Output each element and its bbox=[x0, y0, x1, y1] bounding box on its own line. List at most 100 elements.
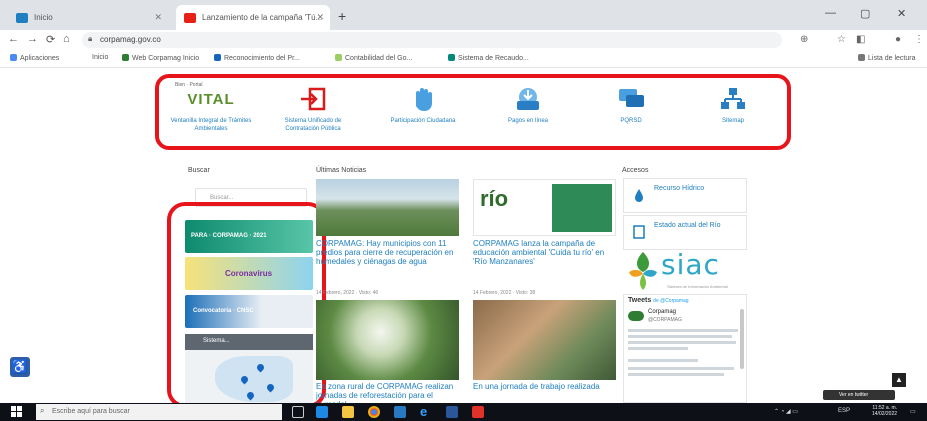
url-text: corpamag.gov.co bbox=[100, 35, 161, 44]
browser-tab-active[interactable]: Lanzamiento de la campaña 'Tú... ✕ bbox=[176, 5, 330, 30]
tweets-scrollbar[interactable] bbox=[740, 309, 744, 369]
store-icon[interactable] bbox=[394, 406, 406, 418]
system-clock[interactable]: 11:52 a. m. 14/02/2022 bbox=[872, 405, 897, 417]
reload-icon[interactable]: ⟳ bbox=[46, 33, 55, 46]
accesos-title: Accesos bbox=[622, 167, 649, 174]
menu-item-sitemap[interactable]: Sitemap bbox=[687, 84, 779, 144]
campaign-logo-text: río bbox=[480, 186, 509, 211]
menu-item-secop[interactable]: Sistema Unificado de Contratación Públic… bbox=[267, 84, 359, 144]
close-tab-icon[interactable]: ✕ bbox=[154, 12, 162, 23]
sidebar-banners-highlight bbox=[167, 202, 326, 408]
news-meta-2: 14 Febrero, 2022 · Visto: 38 bbox=[473, 290, 536, 296]
home-icon[interactable]: ⌂ bbox=[63, 33, 70, 45]
search-icon: ⌕ bbox=[40, 406, 45, 415]
task-view-icon[interactable] bbox=[292, 406, 304, 418]
tweet-text-line bbox=[628, 359, 698, 362]
file-explorer-icon[interactable] bbox=[342, 406, 354, 418]
maximize-icon[interactable]: ▢ bbox=[860, 7, 870, 20]
tab-title: Inicio bbox=[34, 13, 53, 22]
bookmark-favicon-icon bbox=[335, 54, 342, 61]
menu-item-participacion[interactable]: Participación Ciudadana bbox=[377, 84, 469, 144]
corpamag-favicon-icon bbox=[16, 13, 28, 23]
language-indicator[interactable]: ESP bbox=[838, 408, 850, 414]
news-image-campaign[interactable]: río bbox=[473, 179, 616, 236]
campaign-panel bbox=[552, 184, 612, 232]
reading-list-icon bbox=[858, 54, 865, 61]
bookmark-inicio[interactable]: Inicio bbox=[92, 54, 108, 61]
bookmark-contabilidad[interactable]: Contabilidad del Go... bbox=[335, 54, 412, 62]
bookmark-sistema-recaudo[interactable]: Sistema de Recaudo... bbox=[448, 54, 529, 62]
menu-item-label: Ventanilla Integral de Trámites Ambienta… bbox=[170, 118, 252, 132]
browser-tab-inicio[interactable]: Inicio ✕ bbox=[8, 5, 168, 30]
tweet-avatar bbox=[628, 311, 644, 321]
menu-item-vital[interactable]: Bien · Portal VITAL Ventanilla Integral … bbox=[165, 82, 257, 144]
url-input[interactable]: 🔒︎ corpamag.gov.co bbox=[82, 32, 782, 48]
bookmark-web-corpamag[interactable]: Web Corpamag Inicio bbox=[122, 54, 199, 62]
bookmark-reconocimiento[interactable]: Reconocimiento del Pr... bbox=[214, 54, 300, 62]
news-headline-2[interactable]: CORPAMAG lanza la campaña de educación a… bbox=[473, 239, 616, 266]
pdf-icon[interactable] bbox=[472, 406, 484, 418]
vital-caption: Bien · Portal bbox=[175, 82, 203, 88]
tweets-widget[interactable]: Tweets de @Corpamag Corpamag @CORPAMAG bbox=[623, 294, 747, 403]
news-title: Últimas Noticias bbox=[316, 167, 367, 174]
news-meta-1: 14 Febrero, 2022 · Visto: 46 bbox=[316, 290, 379, 296]
tray-icons[interactable]: ⌃ ◔ ◢ ▭ bbox=[774, 408, 798, 415]
menu-item-pqrsd[interactable]: PQRSD bbox=[585, 84, 677, 144]
accessibility-button[interactable]: ♿ bbox=[10, 357, 30, 377]
notifications-icon[interactable]: ▭ bbox=[910, 408, 916, 415]
star-icon[interactable]: ☆ bbox=[837, 34, 846, 45]
reading-list[interactable]: Lista de lectura bbox=[858, 54, 915, 62]
lock-icon: 🔒︎ bbox=[88, 34, 93, 43]
browser-tab-bar: Inicio ✕ Lanzamiento de la campaña 'Tú..… bbox=[0, 0, 927, 30]
windows-start-icon[interactable] bbox=[11, 406, 23, 418]
menu-dots-icon[interactable]: ⋮ bbox=[914, 34, 924, 45]
taskbar-search-input[interactable]: ⌕ Escribe aquí para buscar bbox=[36, 404, 282, 420]
zoom-icon[interactable]: ⊕ bbox=[800, 34, 808, 45]
access-estado-rio[interactable]: Estado actual del Río bbox=[623, 215, 747, 250]
profile-icon[interactable]: ● bbox=[895, 34, 901, 45]
menu-item-label: Sistema Unificado de Contratación Públic… bbox=[284, 118, 342, 132]
apps-grid-icon bbox=[10, 54, 17, 61]
extension-icon[interactable]: ◧ bbox=[856, 34, 865, 45]
news-headline-1[interactable]: CORPAMAG: Hay municipios con 11 predios … bbox=[316, 239, 459, 266]
menu-item-label: PQRSD bbox=[620, 118, 642, 124]
windows-taskbar: ⌕ Escribe aquí para buscar e ⌃ ◔ ◢ ▭ ESP… bbox=[0, 403, 927, 421]
close-window-icon[interactable]: ✕ bbox=[897, 7, 906, 20]
minimize-icon[interactable]: — bbox=[825, 7, 836, 19]
access-recurso-hidrico[interactable]: Recurso Hídrico bbox=[623, 178, 747, 213]
services-menu-highlight: Bien · Portal VITAL Ventanilla Integral … bbox=[155, 74, 791, 150]
tweet-text-line bbox=[628, 347, 688, 350]
corpamag-icon bbox=[122, 54, 129, 61]
youtube-favicon-icon bbox=[184, 13, 196, 23]
tweet-text-line bbox=[628, 341, 736, 344]
new-tab-button[interactable]: + bbox=[338, 8, 346, 24]
siac-logo[interactable]: siac Sistema de Información Ambiental bbox=[623, 246, 747, 294]
tab-title: Lanzamiento de la campaña 'Tú... bbox=[202, 13, 323, 22]
tweet-handle: @CORPAMAG bbox=[648, 317, 682, 323]
menu-item-pagos[interactable]: Pagos en línea bbox=[482, 84, 574, 144]
water-drop-icon bbox=[635, 189, 643, 202]
word-icon[interactable] bbox=[446, 406, 458, 418]
menu-item-label: Sitemap bbox=[721, 118, 744, 124]
hand-icon bbox=[377, 84, 469, 114]
login-arrow-icon bbox=[267, 84, 359, 114]
bookmarks-bar: Aplicaciones Inicio Web Corpamag Inicio … bbox=[0, 50, 927, 68]
news-headline-3[interactable]: En zona rural de CORPAMAG realizan jorna… bbox=[316, 382, 459, 404]
buscar-title: Buscar bbox=[188, 167, 210, 174]
news-image-people[interactable] bbox=[473, 300, 616, 380]
close-tab-icon[interactable]: ✕ bbox=[316, 12, 324, 23]
edge-icon[interactable] bbox=[316, 406, 328, 418]
ie-icon[interactable]: e bbox=[420, 405, 432, 418]
news-image-wetland[interactable] bbox=[316, 179, 459, 236]
scroll-top-button[interactable]: ▲ bbox=[892, 373, 906, 387]
news-headline-4[interactable]: En una jornada de trabajo realizada bbox=[473, 382, 616, 404]
tweets-header: Tweets de @Corpamag bbox=[628, 297, 689, 304]
chrome-icon[interactable] bbox=[368, 406, 380, 418]
news-image-flower[interactable] bbox=[316, 300, 459, 380]
bookmark-apps[interactable]: Aplicaciones bbox=[10, 54, 59, 62]
tweet-text-line bbox=[628, 373, 724, 376]
view-on-twitter-button[interactable]: Ver en twitter bbox=[823, 390, 895, 400]
back-arrow-icon[interactable]: ← bbox=[8, 33, 19, 45]
menu-item-label: Pagos en línea bbox=[507, 118, 549, 124]
forward-arrow-icon[interactable]: → bbox=[27, 33, 38, 45]
